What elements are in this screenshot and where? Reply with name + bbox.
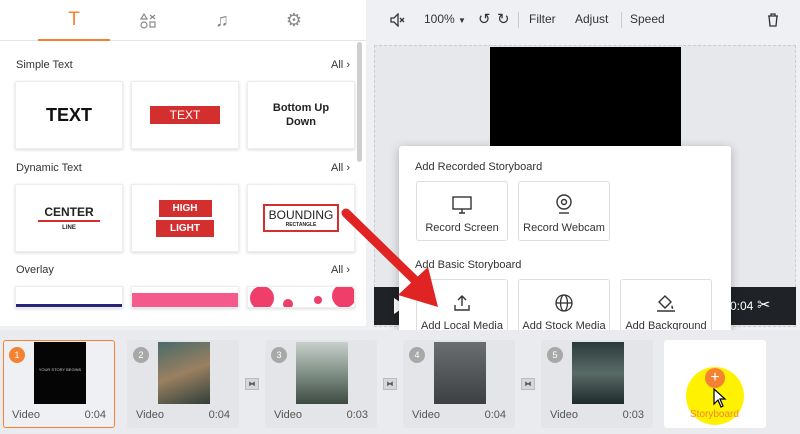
section-title-overlay: Overlay — [16, 264, 54, 276]
text-template-card[interactable]: CENTER LINE — [15, 184, 123, 252]
text-template-card[interactable]: Bottom Up Down — [247, 81, 355, 149]
clip-duration: 0:04 — [484, 409, 506, 421]
text-template-card[interactable]: TEXT — [15, 81, 123, 149]
undo-icon[interactable]: ↺ — [478, 10, 491, 28]
clip-number: 2 — [133, 347, 149, 363]
bounding-box: BOUNDING RECTANGLE — [262, 204, 340, 232]
plus-icon: + — [710, 369, 720, 386]
overlay-line — [16, 304, 122, 307]
clip-duration: 0:03 — [622, 409, 644, 421]
clip-number: 4 — [409, 347, 425, 363]
card-sublabel: RECTANGLE — [285, 222, 317, 228]
card-label: HIGH — [158, 199, 212, 217]
clip-label: Video — [12, 409, 40, 421]
card-label: TEXT — [45, 104, 92, 125]
transition-icon[interactable]: ⧓ — [521, 378, 535, 390]
clip-duration: 0:04 — [84, 409, 106, 421]
clip-thumbnail — [296, 342, 348, 404]
timeline-clip[interactable]: 4 Video 0:04 — [403, 340, 515, 428]
thumbnail-text: YOUR STORY BEGINS — [38, 367, 82, 372]
clip-duration: 0:03 — [346, 409, 368, 421]
transition-icon[interactable]: ⧓ — [245, 378, 259, 390]
zoom-select[interactable]: 100% ▼ — [424, 12, 466, 26]
clip-label: Video — [274, 409, 302, 421]
clip-number: 1 — [9, 347, 25, 363]
redo-icon[interactable]: ↻ — [497, 10, 510, 28]
text-icon: T — [68, 8, 80, 30]
speed-button[interactable]: Speed — [630, 12, 665, 26]
tab-text[interactable]: T — [38, 0, 110, 41]
scissors-icon[interactable]: ✂ — [757, 295, 770, 315]
adjust-button[interactable]: Adjust — [575, 12, 608, 26]
all-link-simple-text[interactable]: All › — [331, 59, 350, 71]
card-label: TEXT — [149, 106, 221, 124]
section-title-simple-text: Simple Text — [16, 59, 73, 71]
card-sublabel: LIGHT — [156, 219, 214, 237]
clip-thumbnail — [434, 342, 486, 404]
edit-toolbar: 100% ▼ ↺ ↻ Filter Adjust Speed — [374, 0, 800, 40]
clip-number: 5 — [547, 347, 563, 363]
record-webcam-button[interactable]: Record Webcam — [518, 181, 610, 241]
tab-bar: T ♫ ⚙ — [0, 0, 366, 41]
clip-number: 3 — [271, 347, 287, 363]
scrollbar[interactable] — [357, 42, 362, 162]
time-display: 0:04 — [730, 299, 754, 313]
clip-thumbnail — [572, 342, 624, 404]
tab-elements[interactable] — [112, 0, 184, 41]
card-label: CENTER — [38, 205, 100, 222]
recorded-storyboard-title: Add Recorded Storyboard — [415, 161, 543, 173]
tab-music[interactable]: ♫ — [186, 0, 258, 41]
clip-thumbnail: YOUR STORY BEGINS — [34, 342, 86, 404]
divider — [518, 12, 519, 28]
elements-icon — [140, 12, 156, 29]
red-arrow-annotation — [341, 208, 438, 307]
timeline-clip[interactable]: 2 Video 0:04 — [127, 340, 239, 428]
gear-icon: ⚙ — [285, 10, 303, 30]
timeline-clip[interactable]: YOUR STORY BEGINS 1 Video 0:04 — [3, 340, 115, 428]
section-title-dynamic-text: Dynamic Text — [16, 162, 82, 174]
clip-label: Video — [136, 409, 164, 421]
filter-button[interactable]: Filter — [529, 12, 556, 26]
storyboard-label: Storyboard — [690, 409, 739, 420]
volume-mute-icon[interactable] — [390, 13, 406, 27]
overlay-card[interactable] — [15, 286, 123, 308]
card-sublabel: LINE — [62, 225, 76, 231]
record-webcam-label: Record Webcam — [523, 222, 605, 234]
globe-icon — [555, 294, 573, 312]
add-storyboard-button[interactable]: + — [705, 368, 725, 388]
divider — [621, 12, 622, 28]
clip-duration: 0:04 — [208, 409, 230, 421]
clip-label: Video — [550, 409, 578, 421]
left-panel: T ♫ ⚙ Simple Text All › TEXT TEXT Bottom… — [0, 0, 366, 326]
timeline-clip[interactable]: 3 Video 0:03 — [265, 340, 377, 428]
overlay-card[interactable] — [131, 286, 239, 308]
music-icon: ♫ — [215, 10, 229, 30]
text-template-card[interactable]: HIGH LIGHT — [131, 184, 239, 252]
timeline-clip[interactable]: 5 Video 0:03 — [541, 340, 653, 428]
trash-icon[interactable] — [767, 13, 779, 27]
webcam-icon — [556, 194, 572, 214]
clip-thumbnail — [158, 342, 210, 404]
tab-settings[interactable]: ⚙ — [258, 0, 330, 41]
text-template-card[interactable]: TEXT — [131, 81, 239, 149]
card-label: BOUNDING — [268, 208, 334, 222]
clip-label: Video — [412, 409, 440, 421]
caret-down-icon: ▼ — [458, 16, 466, 25]
all-link-dynamic-text[interactable]: All › — [331, 162, 350, 174]
transition-icon[interactable]: ⧓ — [383, 378, 397, 390]
card-label: Bottom Up Down — [272, 102, 330, 128]
mouse-cursor-icon — [713, 388, 727, 408]
paint-bucket-icon — [657, 295, 675, 312]
